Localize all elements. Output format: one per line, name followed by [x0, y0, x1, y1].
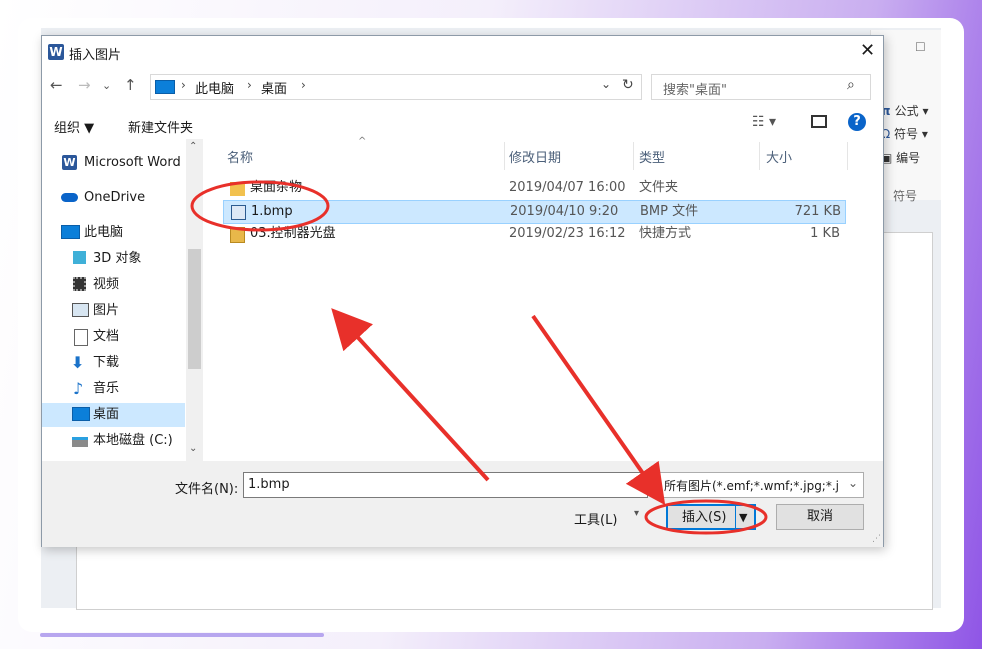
breadcrumb-separator-icon: › [301, 78, 306, 92]
ribbon-formula-button[interactable]: π 公式 ▾ [881, 102, 929, 119]
ribbon-symbol-button[interactable]: Ω 符号 ▾ [881, 125, 928, 142]
picture-icon [72, 303, 89, 317]
column-separator[interactable] [847, 142, 848, 170]
nav-item-documents[interactable]: 文档 [42, 325, 185, 349]
nav-item-pictures[interactable]: 图片 [42, 299, 185, 323]
dialog-title: 插入图片 [69, 48, 122, 63]
computer-icon [155, 80, 175, 94]
download-icon: ⬇ [71, 353, 85, 372]
filename-label: 文件名(N): [175, 482, 239, 497]
resize-grip-icon[interactable]: ⋰ [872, 534, 881, 544]
progress-bar [40, 633, 324, 637]
shortcut-icon [230, 227, 245, 243]
tools-dropdown-icon[interactable]: ▾ [634, 508, 639, 519]
search-icon[interactable]: ⌕ [847, 77, 855, 93]
filename-dropdown-icon[interactable]: ⌄ [634, 476, 644, 490]
file-row-selected[interactable]: 1.bmp 2019/04/10 9:20 BMP 文件 721 KB [223, 200, 846, 224]
filter-dropdown-icon[interactable]: ⌄ [846, 476, 861, 490]
breadcrumb-separator-icon: › [181, 78, 186, 92]
bitmap-file-icon [231, 205, 246, 220]
column-header-name[interactable]: 名称 [227, 147, 253, 166]
insert-button[interactable]: 插入(S) ▼ [666, 504, 756, 530]
tools-menu[interactable]: 工具(L) [574, 509, 617, 528]
nav-item-local-disk[interactable]: 本地磁盘 (C:) [42, 429, 185, 453]
breadcrumb-desktop[interactable]: 桌面 [261, 78, 287, 97]
nav-item-onedrive[interactable]: OneDrive [42, 186, 185, 210]
file-row[interactable]: 桌面杂物 2019/04/07 16:00 文件夹 [223, 177, 844, 199]
nav-item-videos[interactable]: 视频 [42, 273, 185, 297]
close-icon[interactable]: ✕ [860, 40, 875, 61]
file-type-filter-select[interactable]: 所有图片(*.emf;*.wmf;*.jpg;*.j ⌄ [659, 472, 864, 498]
help-icon[interactable]: ? [848, 113, 866, 131]
breadcrumb-separator-icon: › [247, 78, 252, 92]
nav-item-downloads[interactable]: ⬇ 下载 [42, 351, 185, 375]
music-icon: ♪ [73, 379, 84, 398]
recent-locations-chevron-icon[interactable]: ⌄ [102, 79, 111, 92]
nav-item-3d-objects[interactable]: 3D 对象 [42, 247, 185, 271]
nav-item-this-pc[interactable]: 此电脑 [42, 221, 185, 245]
nav-pane-scrollbar[interactable]: ⌃ ⌄ [186, 139, 203, 461]
organize-menu[interactable]: 组织 ▼ [54, 117, 94, 136]
document-icon [74, 329, 88, 346]
insert-options-dropdown-icon[interactable]: ▼ [739, 506, 747, 530]
nav-item-desktop[interactable]: 桌面 [42, 403, 185, 427]
filename-input[interactable]: 1.bmp ⌄ [243, 472, 648, 498]
up-arrow-icon[interactable]: ↑ [124, 76, 137, 94]
column-separator[interactable] [504, 142, 505, 170]
word-icon: W [62, 155, 77, 170]
forward-arrow-icon[interactable]: → [78, 76, 91, 94]
column-separator[interactable] [759, 142, 760, 170]
breadcrumb-this-pc[interactable]: 此电脑 [195, 78, 234, 97]
dialog-bottom-panel: 文件名(N): 1.bmp ⌄ 所有图片(*.emf;*.wmf;*.jpg;*… [42, 461, 883, 547]
restore-icon[interactable]: ☐ [915, 40, 926, 54]
refresh-icon[interactable]: ↻ [622, 77, 634, 93]
nav-item-word[interactable]: W Microsoft Word [42, 151, 185, 175]
search-box[interactable]: 搜索"桌面" ⌕ [651, 74, 871, 100]
ribbon-group-label: 符号 [893, 189, 918, 203]
cube-icon [73, 251, 86, 264]
navigation-pane: W Microsoft Word OneDrive 此电脑 3D 对象 视频 图… [42, 139, 202, 461]
cancel-button[interactable]: 取消 [776, 504, 864, 530]
folder-icon [230, 182, 245, 196]
insert-picture-dialog: W 插入图片 ✕ ← → ⌄ ↑ › 此电脑 › 桌面 › ⌄ ↻ 搜索"桌面"… [41, 35, 884, 547]
column-header-type[interactable]: 类型 [639, 147, 665, 166]
column-separator[interactable] [633, 142, 634, 170]
back-arrow-icon[interactable]: ← [50, 76, 63, 94]
computer-icon [61, 225, 80, 239]
column-header-date[interactable]: 修改日期 [509, 147, 561, 166]
disk-icon [72, 437, 88, 447]
view-options-icon[interactable]: ☷ ▾ [752, 114, 776, 130]
address-bar[interactable]: › 此电脑 › 桌面 › ⌄ ↻ [150, 74, 642, 100]
split-button-divider [735, 506, 736, 528]
scroll-up-icon[interactable]: ⌃ [189, 141, 197, 152]
file-row[interactable]: 03.控制器光盘 2019/02/23 16:12 快捷方式 1 KB [223, 223, 844, 245]
scrollbar-thumb[interactable] [188, 249, 201, 369]
word-app-icon: W [48, 44, 64, 60]
scroll-down-icon[interactable]: ⌄ [189, 443, 197, 454]
nav-item-music[interactable]: ♪ 音乐 [42, 377, 185, 401]
ribbon-number-button[interactable]: ▣ 编号 [881, 149, 920, 166]
preview-pane-icon[interactable] [811, 115, 827, 128]
new-folder-button[interactable]: 新建文件夹 [128, 117, 193, 136]
file-type-filter-value: 所有图片(*.emf;*.wmf;*.jpg;*.j [664, 479, 839, 493]
filename-value: 1.bmp [248, 477, 290, 492]
sort-ascending-icon: ^ [358, 136, 367, 147]
desktop-icon [72, 407, 90, 421]
dialog-title-bar: W 插入图片 ✕ [42, 36, 883, 66]
search-input[interactable]: 搜索"桌面" [663, 79, 727, 98]
column-header-size[interactable]: 大小 [766, 147, 792, 166]
video-icon [73, 277, 86, 291]
cloud-icon [61, 193, 78, 202]
address-dropdown-icon[interactable]: ⌄ [601, 77, 611, 91]
